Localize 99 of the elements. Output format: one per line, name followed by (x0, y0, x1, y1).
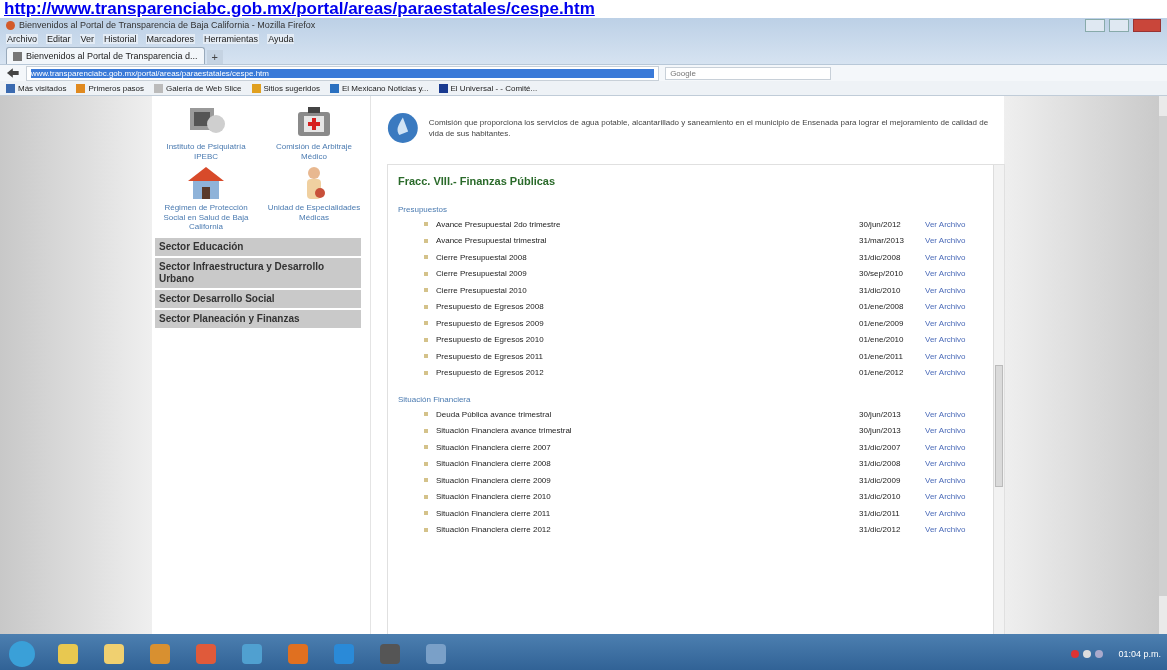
document-date: 31/dic/2011 (859, 508, 901, 518)
view-file-link[interactable]: Ver Archivo (925, 351, 979, 361)
menu-item[interactable]: Editar (46, 34, 72, 44)
document-name: Avance Presupuestal 2do trimestre (436, 219, 562, 229)
sector-menu-item[interactable]: Sector Planeación y Finanzas (155, 309, 361, 328)
water-drop-logo-icon (387, 110, 419, 146)
document-date: 01/ene/2010 (859, 335, 905, 345)
document-name: Situación Financiera cierre 2010 (436, 492, 552, 502)
bookmark-favicon-icon[interactable] (6, 83, 15, 93)
category-title: Situación Financiera (398, 395, 472, 404)
view-file-link[interactable]: Ver Archivo (925, 236, 979, 246)
document-date: 31/dic/2012 (859, 525, 902, 535)
caption-link[interactable]: http://www.transparenciabc.gob.mx/portal/areas/paraestatales/cespe.htm (4, 0, 595, 18)
page-scrollbar[interactable] (1159, 96, 1167, 634)
agency-link[interactable]: Instituto de Psiquiatría IPEBC (155, 142, 257, 162)
view-file-link[interactable]: Ver Archivo (925, 285, 979, 295)
document-name: Presupuesto de Egresos 2011 (436, 351, 545, 361)
document-name: Situación Financiera cierre 2011 (436, 508, 552, 518)
category-title: Presupuestos (398, 205, 448, 214)
start-orb-icon[interactable] (6, 638, 38, 670)
view-file-link[interactable]: Ver Archivo (925, 525, 979, 535)
menu-item[interactable]: Historial (103, 34, 138, 44)
document-date: 31/dic/2008 (859, 252, 902, 262)
document-date: 31/dic/2010 (859, 492, 902, 502)
document-date: 31/dic/2009 (859, 475, 902, 485)
browser-tab[interactable]: Bienvenidos al Portal de Transparencia d... (6, 47, 205, 64)
menu-item[interactable]: Archivo (6, 34, 38, 44)
bookmark[interactable]: Más visitados (18, 83, 67, 93)
document-name: Cierre Presupuestal 2010 (436, 285, 528, 295)
agency-link[interactable]: Comisión de Arbitraje Médico (263, 142, 365, 162)
document-name: Situación Financiera cierre 2007 (436, 442, 552, 452)
bookmark[interactable]: El Mexicano Noticias y... (342, 83, 429, 93)
menu-item[interactable]: Herramientas (203, 34, 260, 44)
agency-link[interactable]: Régimen de Protección Social en Salud de Baja California (155, 203, 257, 232)
section-heading: Fracc. VIII.- Finanzas Públicas (398, 175, 557, 187)
menu-item[interactable]: Marcadores (145, 34, 196, 44)
new-tab-button[interactable]: + (206, 50, 223, 64)
document-name: Cierre Presupuestal 2009 (436, 269, 528, 279)
house-icon (186, 165, 226, 202)
bookmark-favicon-icon[interactable] (438, 83, 448, 93)
document-name: Situación Financiera avance trimestral (436, 426, 573, 436)
view-file-link[interactable]: Ver Archivo (925, 318, 979, 328)
document-name: Deuda Pública avance trimestral (436, 409, 553, 419)
view-file-link[interactable]: Ver Archivo (925, 269, 979, 279)
view-file-link[interactable]: Ver Archivo (925, 508, 979, 518)
bookmark[interactable]: El Universal - - Comité... (450, 83, 538, 93)
view-file-link[interactable]: Ver Archivo (925, 492, 979, 502)
document-date: 31/dic/2007 (859, 442, 902, 452)
view-file-link[interactable]: Ver Archivo (925, 459, 979, 469)
document-date: 30/jun/2013 (859, 409, 902, 419)
view-file-link[interactable]: Ver Archivo (925, 335, 979, 345)
document-name: Presupuesto de Egresos 2008 (436, 302, 545, 312)
document-date: 31/dic/2008 (859, 459, 902, 469)
document-date: 01/ene/2011 (859, 351, 904, 361)
minimize-button[interactable] (1085, 18, 1105, 32)
search-field[interactable]: Google (665, 66, 831, 80)
document-name: Situación Financiera cierre 2009 (436, 475, 552, 485)
document-date: 30/jun/2012 (859, 219, 902, 229)
maximize-button[interactable] (1109, 18, 1129, 32)
document-date: 01/ene/2008 (859, 302, 905, 312)
browser-logo-icon (6, 20, 15, 30)
document-date: 01/ene/2009 (859, 318, 905, 328)
document-date: 30/jun/2013 (859, 426, 902, 436)
view-file-link[interactable]: Ver Archivo (925, 219, 979, 229)
document-date: 01/ene/2012 (859, 368, 905, 378)
view-file-link[interactable]: Ver Archivo (925, 252, 979, 262)
sector-menu-item[interactable]: Sector Desarrollo Social (155, 289, 361, 308)
sector-menu-item[interactable]: Sector Educación (155, 237, 361, 256)
bookmark-favicon-icon[interactable] (330, 83, 339, 93)
document-name: Presupuesto de Egresos 2010 (436, 335, 545, 345)
view-file-link[interactable]: Ver Archivo (925, 302, 979, 312)
document-name: Situación Financiera cierre 2008 (436, 459, 552, 469)
view-file-link[interactable]: Ver Archivo (925, 426, 979, 436)
view-file-link[interactable]: Ver Archivo (925, 475, 979, 485)
bookmark[interactable]: Sitios sugeridos (263, 83, 320, 93)
document-name: Presupuesto de Egresos 2012 (436, 368, 545, 378)
back-arrow-icon[interactable] (6, 67, 20, 79)
bookmark[interactable]: Galería de Web Slice (166, 83, 242, 93)
sector-menu-item[interactable]: Sector Infraestructura y Desarrollo Urbano (155, 257, 361, 288)
panel-scrollbar[interactable] (993, 165, 1004, 634)
description-text: Comisión que proporciona los servicios de agua potable, alcantarillado y saneamiento en el municipio de Ensenada para lograr el mejoramiento de calidad de vida de sus habitantes. (428, 116, 990, 140)
window-title: Bienvenidos al Portal de Transparencia de Baja California - Mozilla Firefox (19, 20, 316, 30)
address-field[interactable]: www.transparenciabc.gob.mx/portal/areas/paraestatales/cespe.htm (25, 65, 660, 81)
menu-item[interactable]: Ayuda (267, 34, 295, 44)
bookmark[interactable]: Primeros pasos (88, 83, 145, 93)
menu-item[interactable]: Ver (79, 34, 96, 44)
view-file-link[interactable]: Ver Archivo (925, 409, 979, 419)
document-name: Presupuesto de Egresos 2009 (436, 318, 545, 328)
document-name: Situación Financiera cierre 2012 (436, 525, 552, 535)
agency-link[interactable]: Unidad de Especialidades Médicas (263, 203, 365, 223)
view-file-link[interactable]: Ver Archivo (925, 442, 979, 452)
close-button[interactable] (1133, 18, 1161, 32)
document-date: 31/dic/2010 (859, 285, 902, 295)
document-name: Avance Presupuestal trimestral (436, 236, 548, 246)
document-date: 30/sep/2010 (859, 269, 905, 279)
taskbar-clock: 01:04 p.m. (1118, 649, 1161, 659)
view-file-link[interactable]: Ver Archivo (925, 368, 979, 378)
document-name: Cierre Presupuestal 2008 (436, 252, 528, 262)
document-date: 31/mar/2013 (859, 236, 905, 246)
